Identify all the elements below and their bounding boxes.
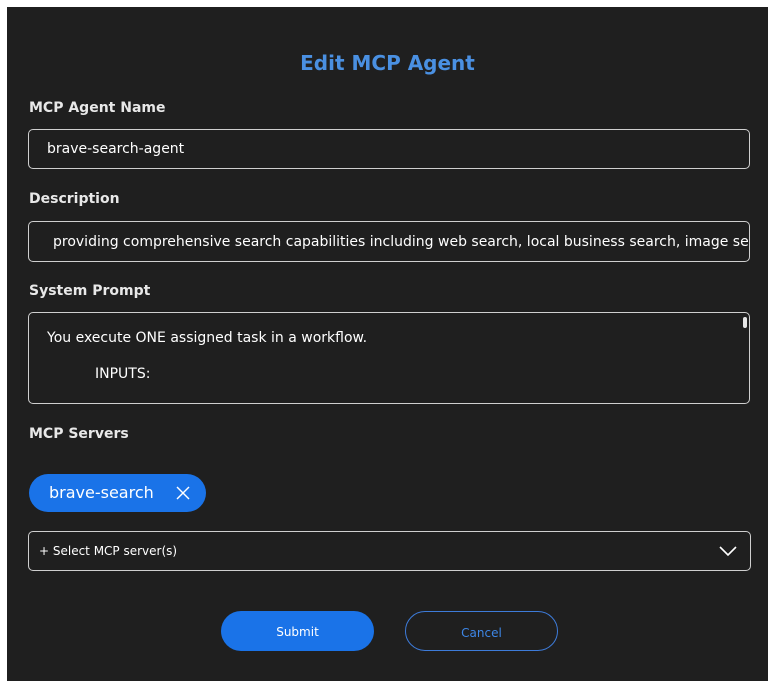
description-field[interactable]: providing comprehensive search capabilit… — [28, 221, 750, 262]
description-label: Description — [29, 191, 120, 207]
mcp-server-select[interactable]: + Select MCP server(s) — [28, 531, 751, 571]
mcp-servers-label: MCP Servers — [29, 426, 129, 442]
system-prompt-line-2: INPUTS: — [95, 366, 151, 382]
server-chip-brave-search: brave-search — [29, 474, 206, 512]
chevron-down-icon[interactable] — [718, 544, 738, 558]
scrollbar-thumb[interactable] — [743, 317, 747, 328]
system-prompt-line-1: You execute ONE assigned task in a workf… — [47, 330, 368, 346]
cancel-button[interactable]: Cancel — [405, 611, 558, 651]
close-icon[interactable] — [175, 485, 191, 501]
system-prompt-label: System Prompt — [29, 283, 151, 299]
edit-agent-dialog: Edit MCP Agent MCP Agent Name brave-sear… — [7, 7, 768, 681]
agent-name-value: brave-search-agent — [47, 141, 185, 157]
agent-name-label: MCP Agent Name — [29, 100, 166, 116]
agent-name-field[interactable]: brave-search-agent — [28, 129, 750, 169]
description-value: providing comprehensive search capabilit… — [53, 234, 749, 250]
submit-button[interactable]: Submit — [221, 611, 374, 651]
system-prompt-textarea[interactable]: You execute ONE assigned task in a workf… — [28, 312, 750, 404]
dialog-title: Edit MCP Agent — [300, 51, 475, 75]
mcp-server-select-placeholder: + Select MCP server(s) — [39, 544, 178, 558]
server-chip-label: brave-search — [49, 483, 154, 502]
